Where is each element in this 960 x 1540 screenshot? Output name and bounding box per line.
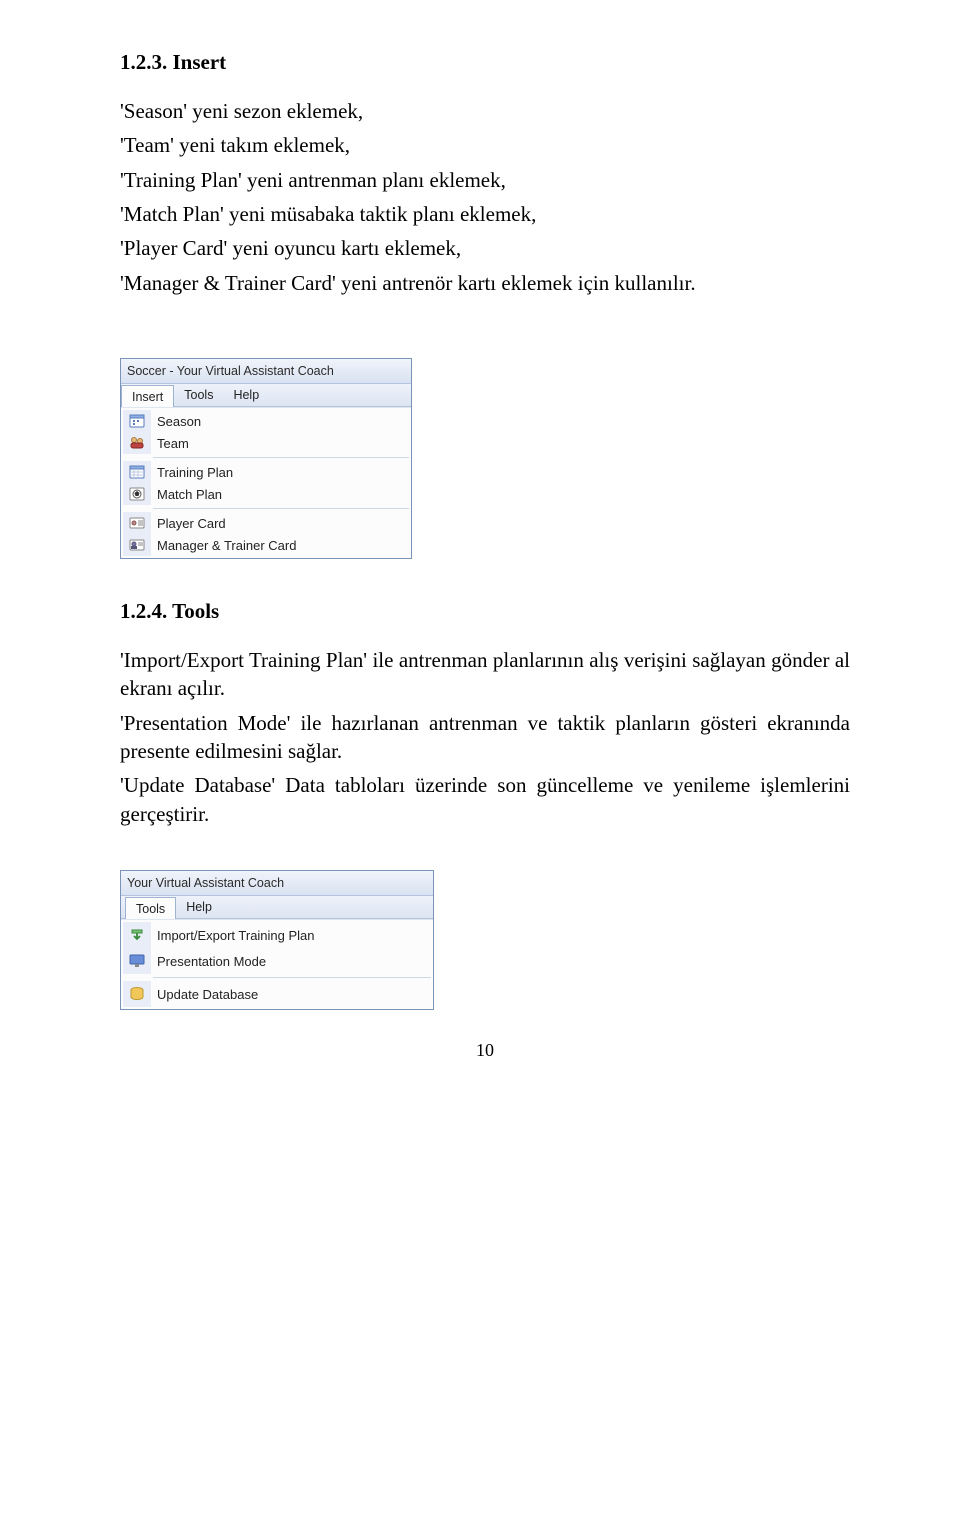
menu-separator (153, 508, 409, 509)
training-plan-icon (123, 461, 151, 483)
menu-bar: Insert Tools Help (121, 384, 411, 407)
insert-line-2: 'Team' yeni takım eklemek, (120, 131, 850, 159)
window-title: Your Virtual Assistant Coach (127, 876, 284, 890)
insert-dropdown: Season Team Training Plan (121, 407, 411, 558)
insert-line-1: 'Season' yeni sezon eklemek, (120, 97, 850, 125)
menu-item-label: Manager & Trainer Card (151, 538, 296, 553)
menu-item-label: Presentation Mode (151, 954, 266, 969)
menu-item-match-plan[interactable]: Match Plan (123, 483, 409, 505)
screenshot-insert-menu: Soccer - Your Virtual Assistant Coach In… (120, 358, 850, 559)
menu-separator (153, 977, 431, 978)
menu-item-label: Player Card (151, 516, 226, 531)
menu-item-label: Team (151, 436, 189, 451)
menu-item-player-card[interactable]: Player Card (123, 512, 409, 534)
insert-line-6: 'Manager & Trainer Card' yeni antrenör k… (120, 269, 850, 297)
page-number: 10 (120, 1040, 850, 1061)
menu-insert[interactable]: Insert (121, 385, 174, 407)
tools-dropdown: Import/Export Training Plan Presentation… (121, 919, 433, 1009)
section-heading-tools: 1.2.4. Tools (120, 599, 850, 624)
tools-paragraph-1: 'Import/Export Training Plan' ile antren… (120, 646, 850, 703)
menu-item-update-database[interactable]: Update Database (123, 981, 431, 1007)
menu-item-training-plan[interactable]: Training Plan (123, 461, 409, 483)
menu-item-label: Match Plan (151, 487, 222, 502)
menu-bar: Tools Help (121, 896, 433, 919)
menu-item-label: Import/Export Training Plan (151, 928, 315, 943)
match-plan-icon (123, 483, 151, 505)
menu-tools[interactable]: Tools (125, 897, 176, 919)
menu-help[interactable]: Help (223, 384, 269, 406)
window-title: Soccer - Your Virtual Assistant Coach (127, 364, 334, 378)
menu-item-label: Update Database (151, 987, 258, 1002)
insert-line-5: 'Player Card' yeni oyuncu kartı eklemek, (120, 234, 850, 262)
menu-help[interactable]: Help (176, 896, 222, 918)
menu-item-label: Training Plan (151, 465, 233, 480)
season-icon (123, 410, 151, 432)
update-database-icon (123, 981, 151, 1007)
menu-item-label: Season (151, 414, 201, 429)
menu-item-import-export[interactable]: Import/Export Training Plan (123, 922, 431, 948)
menu-item-season[interactable]: Season (123, 410, 409, 432)
manager-trainer-icon (123, 534, 151, 556)
team-icon (123, 432, 151, 454)
player-card-icon (123, 512, 151, 534)
insert-line-3: 'Training Plan' yeni antrenman planı ekl… (120, 166, 850, 194)
presentation-icon (123, 948, 151, 974)
menu-item-presentation-mode[interactable]: Presentation Mode (123, 948, 431, 974)
import-export-icon (123, 922, 151, 948)
menu-tools[interactable]: Tools (174, 384, 223, 406)
insert-line-4: 'Match Plan' yeni müsabaka taktik planı … (120, 200, 850, 228)
tools-paragraph-2: 'Presentation Mode' ile hazırlanan antre… (120, 709, 850, 766)
menu-item-manager-trainer-card[interactable]: Manager & Trainer Card (123, 534, 409, 556)
screenshot-tools-menu: Your Virtual Assistant Coach Tools Help … (120, 870, 850, 1010)
menu-separator (153, 457, 409, 458)
menu-item-team[interactable]: Team (123, 432, 409, 454)
section-heading-insert: 1.2.3. Insert (120, 50, 850, 75)
window-title-bar: Soccer - Your Virtual Assistant Coach (121, 359, 411, 384)
window-title-bar: Your Virtual Assistant Coach (121, 871, 433, 896)
tools-paragraph-3: 'Update Database' Data tabloları üzerind… (120, 771, 850, 828)
